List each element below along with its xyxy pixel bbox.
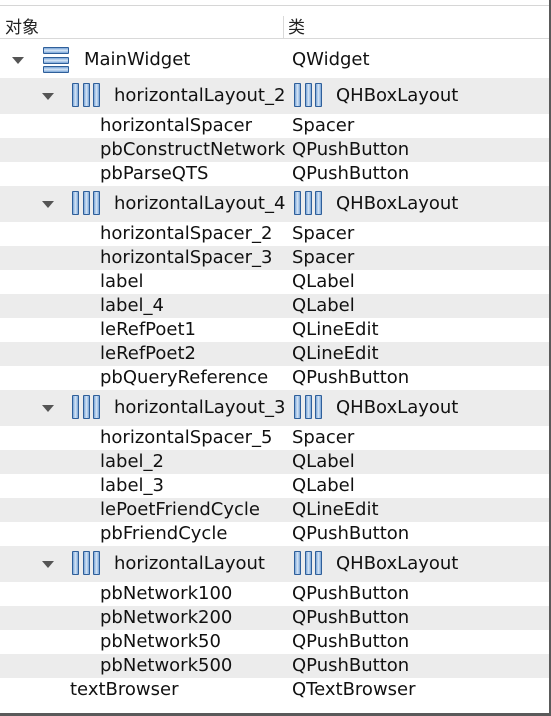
object-name: horizontalLayout_4 xyxy=(114,193,286,214)
tree-row[interactable]: lePoetFriendCycle QLineEdit xyxy=(0,498,549,522)
object-class: QPushButton xyxy=(292,367,410,388)
tree-row[interactable]: label_4 QLabel xyxy=(0,294,549,318)
object-name: leRefPoet1 xyxy=(100,319,196,340)
object-name: label_3 xyxy=(100,475,164,496)
object-name: leRefPoet2 xyxy=(100,343,196,364)
tree-row[interactable]: leRefPoet2 QLineEdit xyxy=(0,342,549,366)
object-class: QPushButton xyxy=(292,631,410,652)
object-name: horizontalSpacer_5 xyxy=(100,427,273,448)
object-class: QHBoxLayout xyxy=(336,193,459,214)
tree-row[interactable]: label QLabel xyxy=(0,270,549,294)
tree-row[interactable]: pbConstructNetwork QPushButton xyxy=(0,138,549,162)
object-name: pbNetwork50 xyxy=(100,631,221,652)
object-class: QPushButton xyxy=(292,139,410,160)
tree-row[interactable]: label_2 QLabel xyxy=(0,450,549,474)
tree-row[interactable]: horizontalLayout_2 QHBoxLayout xyxy=(0,78,549,114)
object-class: QPushButton xyxy=(292,655,410,676)
tree-row[interactable]: horizontalSpacer_2 Spacer xyxy=(0,222,549,246)
object-class: QLineEdit xyxy=(292,499,379,520)
tree-row[interactable]: pbNetwork500 QPushButton xyxy=(0,654,549,678)
expand-arrow-icon[interactable] xyxy=(42,93,54,100)
object-inspector-panel: 对象 类 MainWidget QWidget horizontalLayout_2… xyxy=(0,0,551,716)
object-class: QPushButton xyxy=(292,583,410,604)
tree-row[interactable]: horizontalLayout QHBoxLayout xyxy=(0,546,549,582)
expand-arrow-icon[interactable] xyxy=(12,57,24,64)
object-name: pbConstructNetwork xyxy=(100,139,286,160)
object-name: horizontalLayout_2 xyxy=(114,85,286,106)
tree-header: 对象 类 xyxy=(0,16,549,39)
object-name: label xyxy=(100,271,144,292)
header-separator[interactable] xyxy=(283,16,284,38)
object-class: QTextBrowser xyxy=(292,679,416,700)
object-name: MainWidget xyxy=(84,49,191,70)
expand-arrow-icon[interactable] xyxy=(42,405,54,412)
object-class: QLineEdit xyxy=(292,319,379,340)
object-name: pbQueryReference xyxy=(100,367,269,388)
object-class: Spacer xyxy=(292,223,355,244)
object-class: QLabel xyxy=(292,475,355,496)
object-name: horizontalLayout xyxy=(114,553,265,574)
tree-row[interactable]: horizontalSpacer_3 Spacer xyxy=(0,246,549,270)
object-class: Spacer xyxy=(292,427,355,448)
object-name: horizontalSpacer_3 xyxy=(100,247,273,268)
object-class: QLabel xyxy=(292,451,355,472)
object-name: pbNetwork200 xyxy=(100,607,233,628)
object-name: horizontalLayout_3 xyxy=(114,397,286,418)
tree-row[interactable]: MainWidget QWidget xyxy=(0,42,549,78)
object-class: QLineEdit xyxy=(292,343,379,364)
object-name: label_2 xyxy=(100,451,164,472)
object-class: QPushButton xyxy=(292,523,410,544)
tree-row[interactable]: leRefPoet1 QLineEdit xyxy=(0,318,549,342)
top-border xyxy=(0,0,549,6)
object-class: QHBoxLayout xyxy=(336,397,459,418)
object-name: textBrowser xyxy=(70,679,179,700)
tree-row[interactable]: pbParseQTS QPushButton xyxy=(0,162,549,186)
object-name: lePoetFriendCycle xyxy=(100,499,260,520)
object-class: QHBoxLayout xyxy=(336,85,459,106)
tree-row[interactable]: pbNetwork50 QPushButton xyxy=(0,630,549,654)
layout-class-icon xyxy=(294,551,322,577)
object-class: Spacer xyxy=(292,247,355,268)
object-class: QLabel xyxy=(292,295,355,316)
object-class: QPushButton xyxy=(292,163,410,184)
tree-row[interactable]: pbNetwork100 QPushButton xyxy=(0,582,549,606)
object-class: QLabel xyxy=(292,271,355,292)
object-class: QPushButton xyxy=(292,607,410,628)
object-name: horizontalSpacer_2 xyxy=(100,223,273,244)
tree-row[interactable]: pbQueryReference QPushButton xyxy=(0,366,549,390)
object-class: QWidget xyxy=(292,49,370,70)
layout-class-icon xyxy=(294,395,322,421)
layout-icon xyxy=(72,551,100,577)
tree-row[interactable]: pbFriendCycle QPushButton xyxy=(0,522,549,546)
tree-row[interactable]: label_3 QLabel xyxy=(0,474,549,498)
tree-row[interactable]: horizontalLayout_4 QHBoxLayout xyxy=(0,186,549,222)
object-class: QHBoxLayout xyxy=(336,553,459,574)
header-object[interactable]: 对象 xyxy=(5,16,39,38)
layout-class-icon xyxy=(294,83,322,109)
object-name: horizontalSpacer xyxy=(100,115,253,136)
tree-row[interactable]: horizontalSpacer Spacer xyxy=(0,114,549,138)
layout-icon xyxy=(72,83,100,109)
layout-icon xyxy=(72,395,100,421)
object-name: pbNetwork100 xyxy=(100,583,233,604)
object-class: Spacer xyxy=(292,115,355,136)
layout-icon xyxy=(72,191,100,217)
tree-row[interactable]: horizontalLayout_3 QHBoxLayout xyxy=(0,390,549,426)
object-name: pbParseQTS xyxy=(100,163,209,184)
object-name: pbNetwork500 xyxy=(100,655,233,676)
tree-row[interactable]: pbNetwork200 QPushButton xyxy=(0,606,549,630)
expand-arrow-icon[interactable] xyxy=(42,201,54,208)
form-icon xyxy=(43,47,69,73)
tree-row[interactable]: textBrowser QTextBrowser xyxy=(0,678,549,702)
object-name: pbFriendCycle xyxy=(100,523,228,544)
expand-arrow-icon[interactable] xyxy=(42,561,54,568)
layout-class-icon xyxy=(294,191,322,217)
object-name: label_4 xyxy=(100,295,164,316)
header-class[interactable]: 类 xyxy=(288,16,305,38)
tree-row[interactable]: horizontalSpacer_5 Spacer xyxy=(0,426,549,450)
